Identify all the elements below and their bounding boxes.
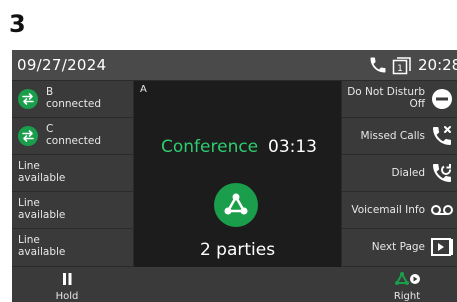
call-transfer-icon [18, 126, 38, 146]
feature-key-label: Voicemail Info [351, 204, 425, 216]
active-call-panel[interactable]: A Conference 03:13 2 parties [134, 81, 341, 267]
line-key-4[interactable]: Line available [12, 192, 133, 229]
right-softkey[interactable]: Right [362, 267, 452, 302]
voicemail-icon [429, 198, 455, 222]
feature-key-label: Next Page [371, 241, 425, 253]
softkey-label: Right [393, 291, 421, 302]
call-transfer-icon [18, 89, 38, 109]
step-number: 3 [9, 10, 26, 38]
conference-icon [214, 183, 258, 227]
missed-calls-icon [429, 124, 455, 148]
line-key-status: available [18, 209, 66, 221]
line-key-b[interactable]: B connected [12, 81, 133, 118]
line-key-label: Line [18, 197, 40, 209]
line-key-status: connected [46, 98, 101, 110]
missed-calls-key[interactable]: Missed Calls [342, 118, 457, 155]
line-key-label: Line [18, 160, 40, 172]
phone-screen: 09/27/2024 1 20:28 B connected C connect… [12, 50, 457, 302]
voicemail-info-key[interactable]: Voicemail Info [342, 192, 457, 229]
dialed-calls-icon [429, 161, 455, 185]
line-key-c[interactable]: C connected [12, 118, 133, 155]
line-screen-icon: 1 [392, 56, 412, 80]
conference-play-icon [395, 271, 421, 291]
line-key-label: B [46, 86, 54, 98]
phone-icon [368, 55, 388, 79]
feature-key-label: Missed Calls [360, 130, 425, 142]
dialed-calls-key[interactable]: Dialed [342, 155, 457, 192]
feature-key-label: Dialed [391, 167, 425, 179]
line-key-status: available [18, 246, 66, 258]
feature-key-label: Do Not Disturb [347, 86, 425, 98]
svg-text:1: 1 [397, 64, 403, 74]
party-count: 2 parties [199, 240, 276, 260]
call-duration: 03:13 [268, 137, 317, 157]
line-key-label: C [46, 123, 54, 135]
do-not-disturb-icon [429, 87, 455, 111]
softkey-bar: Hold Right [12, 267, 457, 302]
active-line-label: A [140, 84, 147, 95]
status-time: 20:28 [418, 56, 457, 74]
next-page-key[interactable]: Next Page [342, 229, 457, 267]
line-key-label: Line [18, 234, 40, 246]
status-bar: 09/27/2024 1 20:28 [12, 50, 457, 80]
status-date: 09/27/2024 [17, 56, 107, 74]
next-page-icon [429, 235, 455, 259]
hold-softkey[interactable]: Hold [22, 267, 112, 302]
line-key-3[interactable]: Line available [12, 155, 133, 192]
do-not-disturb-key[interactable]: Do Not Disturb Off [342, 81, 457, 118]
softkey-label: Hold [55, 291, 79, 302]
pause-icon [59, 271, 75, 291]
line-key-5[interactable]: Line available [12, 229, 133, 267]
line-key-status: connected [46, 135, 101, 147]
line-key-status: available [18, 172, 66, 184]
feature-key-status: Off [409, 98, 426, 110]
call-title: Conference [161, 137, 259, 157]
